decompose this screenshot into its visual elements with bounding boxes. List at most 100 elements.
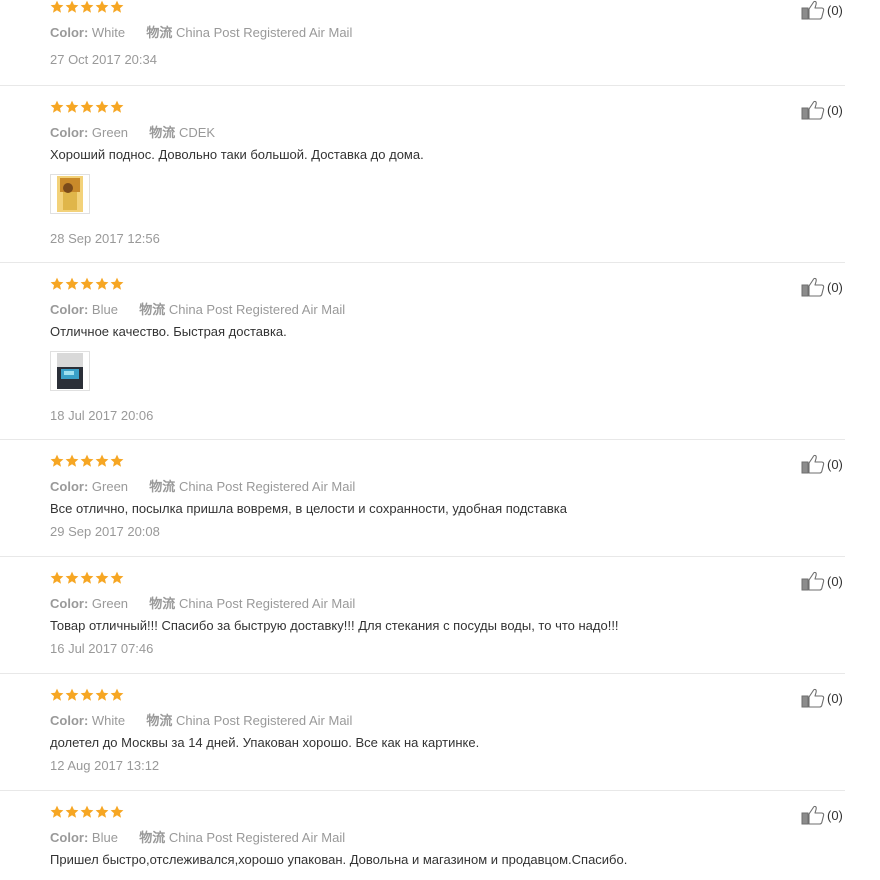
star-icon — [110, 571, 124, 584]
star-icon — [65, 100, 79, 113]
color-key: Color: — [50, 596, 89, 611]
star-icon — [65, 571, 79, 584]
star-rating — [50, 277, 124, 293]
like-button[interactable]: (0) — [801, 571, 843, 591]
shipping-value: China Post Registered Air Mail — [178, 596, 356, 611]
star-icon — [80, 0, 94, 13]
color-key: Color: — [50, 25, 89, 40]
star-rating — [50, 454, 124, 470]
star-icon — [110, 454, 124, 467]
thumbs-up-icon — [801, 277, 825, 297]
color-value: Green — [91, 596, 129, 611]
star-icon — [95, 571, 109, 584]
like-count: (0) — [827, 102, 843, 118]
review-text: Хороший поднос. Довольно таки большой. Д… — [50, 147, 424, 162]
star-icon — [80, 100, 94, 113]
color-key: Color: — [50, 302, 89, 317]
shipping-value: China Post Registered Air Mail — [168, 830, 346, 845]
review-text: Товар отличный!!! Спасибо за быструю дос… — [50, 618, 619, 633]
star-icon — [80, 571, 94, 584]
like-button[interactable]: (0) — [801, 688, 843, 708]
like-count: (0) — [827, 807, 843, 823]
star-rating — [50, 805, 124, 821]
star-icon — [110, 688, 124, 701]
star-icon — [110, 100, 124, 113]
like-button[interactable]: (0) — [801, 0, 843, 20]
shipping-key: 物流 — [149, 596, 176, 611]
star-icon — [95, 688, 109, 701]
review-item: Color: Blue 物流 China Post Registered Air… — [0, 263, 845, 440]
thumbs-up-icon — [801, 454, 825, 474]
color-value: Green — [91, 125, 129, 140]
color-key: Color: — [50, 713, 89, 728]
shipping-key: 物流 — [139, 302, 166, 317]
thumbs-up-icon — [801, 805, 825, 825]
review-text: Все отлично, посылка пришла вовремя, в ц… — [50, 501, 567, 516]
color-value: Blue — [91, 830, 118, 845]
review-date: 29 Sep 2017 20:08 — [50, 524, 160, 539]
review-date: 27 Oct 2017 20:34 — [50, 52, 157, 67]
star-rating — [50, 0, 124, 16]
star-rating — [50, 688, 124, 704]
star-icon — [95, 805, 109, 818]
star-icon — [80, 688, 94, 701]
star-icon — [110, 277, 124, 290]
shipping-key: 物流 — [149, 125, 176, 140]
color-value: Green — [91, 479, 129, 494]
review-text: Отличное качество. Быстрая доставка. — [50, 324, 287, 339]
color-value: White — [91, 713, 126, 728]
shipping-value: China Post Registered Air Mail — [176, 713, 353, 728]
review-meta: Color: Blue 物流 China Post Registered Air… — [50, 299, 345, 318]
review-meta: Color: Green 物流 China Post Registered Ai… — [50, 593, 355, 612]
color-key: Color: — [50, 830, 89, 845]
star-icon — [80, 805, 94, 818]
review-item: Color: Green 物流 CDEK Хороший поднос. Дов… — [0, 86, 845, 263]
star-icon — [80, 277, 94, 290]
like-count: (0) — [827, 690, 843, 706]
like-count: (0) — [827, 279, 843, 295]
like-count: (0) — [827, 573, 843, 589]
review-photo-thumbnail[interactable] — [50, 351, 90, 391]
review-date: 16 Jul 2017 07:46 — [50, 641, 154, 656]
like-button[interactable]: (0) — [801, 805, 843, 825]
shipping-value: China Post Registered Air Mail — [168, 302, 346, 317]
shipping-key: 物流 — [146, 713, 173, 728]
review-item: Color: Green 物流 China Post Registered Ai… — [0, 440, 845, 557]
star-icon — [95, 454, 109, 467]
like-count: (0) — [827, 456, 843, 472]
star-icon — [110, 805, 124, 818]
review-meta: Color: Blue 物流 China Post Registered Air… — [50, 827, 345, 846]
review-text: Пришел быстро,отслеживался,хорошо упаков… — [50, 852, 628, 867]
star-icon — [65, 0, 79, 13]
star-icon — [65, 805, 79, 818]
star-rating — [50, 571, 124, 587]
like-button[interactable]: (0) — [801, 100, 843, 120]
star-icon — [50, 0, 64, 13]
star-icon — [50, 100, 64, 113]
review-item: Color: White 物流 China Post Registered Ai… — [0, 674, 845, 791]
star-icon — [95, 0, 109, 13]
star-rating — [50, 100, 124, 116]
review-date: 12 Aug 2017 13:12 — [50, 758, 160, 773]
review-item: Color: White 物流 China Post Registered Ai… — [0, 0, 845, 86]
photo-image — [57, 176, 83, 212]
shipping-value: CDEK — [178, 125, 216, 140]
review-meta: Color: Green 物流 China Post Registered Ai… — [50, 476, 355, 495]
review-meta: Color: White 物流 China Post Registered Ai… — [50, 22, 352, 41]
star-icon — [50, 571, 64, 584]
shipping-key: 物流 — [146, 25, 173, 40]
star-icon — [50, 688, 64, 701]
thumbs-up-icon — [801, 100, 825, 120]
star-icon — [95, 277, 109, 290]
star-icon — [95, 100, 109, 113]
review-date: 18 Jul 2017 20:06 — [50, 408, 154, 423]
star-icon — [50, 454, 64, 467]
review-text: долетел до Москвы за 14 дней. Упакован х… — [50, 735, 480, 750]
like-button[interactable]: (0) — [801, 454, 843, 474]
thumbs-up-icon — [801, 0, 825, 20]
review-item: Color: Green 物流 China Post Registered Ai… — [0, 557, 845, 674]
like-button[interactable]: (0) — [801, 277, 843, 297]
review-photo-thumbnail[interactable] — [50, 174, 90, 214]
photo-image — [57, 353, 83, 389]
color-key: Color: — [50, 479, 89, 494]
